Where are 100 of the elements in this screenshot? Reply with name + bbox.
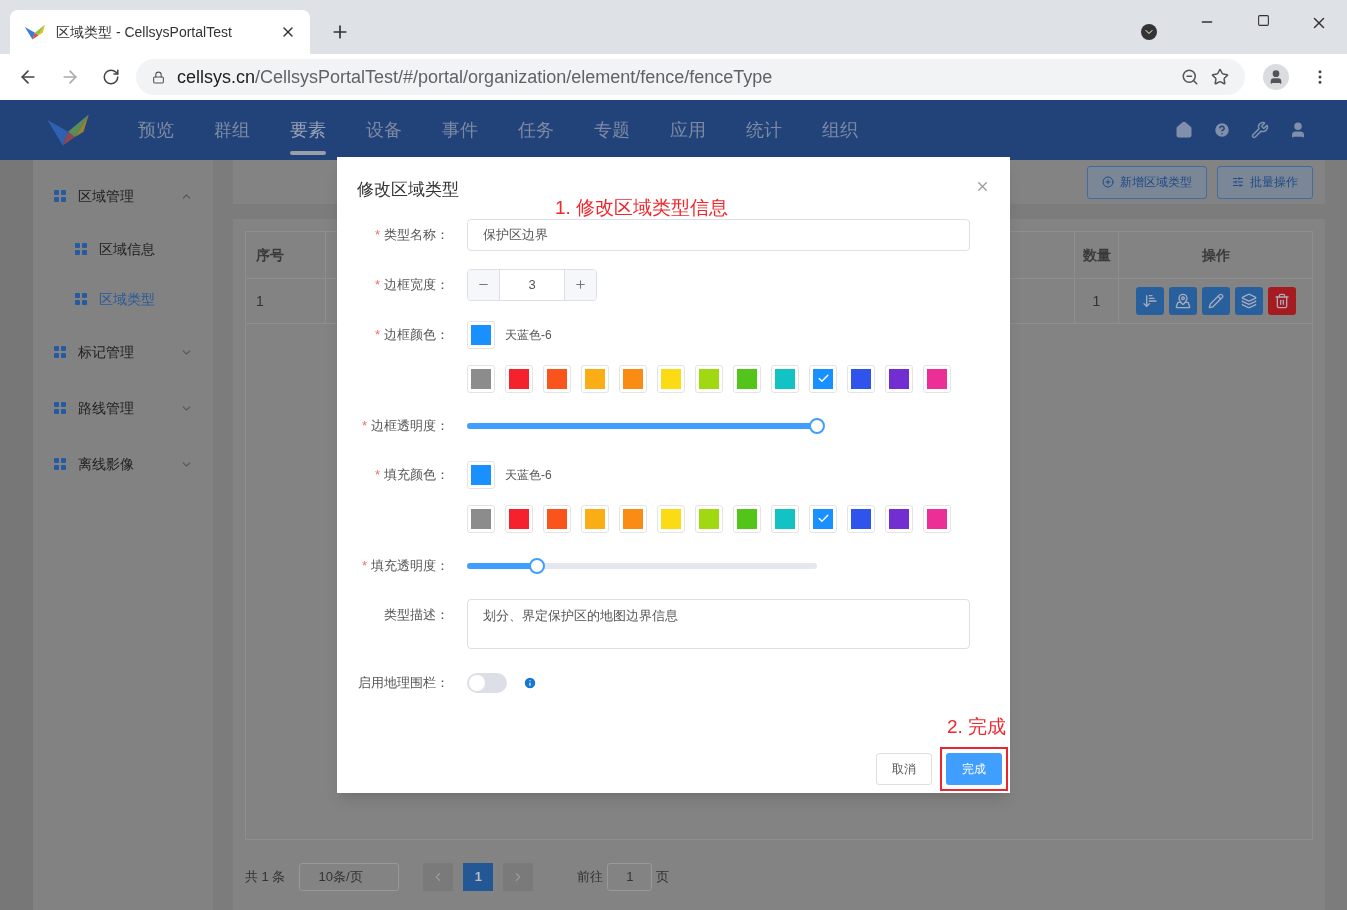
- sidebar-group[interactable]: 区域管理: [33, 168, 213, 224]
- field-label: 类型描述：: [384, 605, 449, 624]
- color-swatch[interactable]: [657, 504, 685, 533]
- color-swatch[interactable]: [543, 364, 571, 393]
- color-swatch[interactable]: [505, 504, 533, 533]
- browser-tab[interactable]: 区域类型 - CellsysPortalTest: [10, 10, 310, 54]
- color-swatch[interactable]: [771, 364, 799, 393]
- color-swatch[interactable]: [581, 504, 609, 533]
- person-icon: [1268, 69, 1284, 85]
- slider-handle[interactable]: [809, 417, 825, 434]
- slider-handle[interactable]: [529, 557, 545, 574]
- color-swatch[interactable]: [695, 504, 723, 533]
- field-label: 边框透明度：: [371, 416, 449, 435]
- color-swatch[interactable]: [809, 364, 837, 393]
- nav-tab[interactable]: 要素: [270, 100, 346, 160]
- geofence-toggle[interactable]: [467, 672, 507, 693]
- color-swatch[interactable]: [581, 364, 609, 393]
- color-swatch[interactable]: [923, 504, 951, 533]
- nav-tab[interactable]: 应用: [650, 100, 726, 160]
- page-button[interactable]: 1: [463, 863, 494, 891]
- nav-tab[interactable]: 组织: [802, 100, 878, 160]
- required-asterisk: *: [374, 465, 380, 484]
- required-asterisk: *: [361, 556, 367, 575]
- nav-tab[interactable]: 统计: [726, 100, 802, 160]
- color-swatch[interactable]: [619, 504, 647, 533]
- lock-icon: [152, 70, 165, 84]
- tab-search-icon[interactable]: [1141, 24, 1157, 40]
- type-name-field[interactable]: 保护区边界: [467, 218, 970, 251]
- sidebar-group[interactable]: 路线管理: [33, 380, 213, 436]
- layers-button[interactable]: [1234, 287, 1263, 315]
- column-header: 数量: [1074, 232, 1119, 278]
- required-asterisk: *: [374, 275, 380, 294]
- opacity-slider[interactable]: [467, 417, 825, 434]
- step-annotation: 1. 修改区域类型信息: [555, 196, 729, 220]
- user-icon[interactable]: [1289, 121, 1307, 139]
- color-swatch[interactable]: [885, 364, 913, 393]
- nav-tab[interactable]: 设备: [346, 100, 422, 160]
- sidebar-item[interactable]: 区域类型: [33, 274, 213, 324]
- grid-icon: [54, 190, 66, 202]
- sort-icon: [1141, 293, 1158, 309]
- nav-tab[interactable]: 群组: [194, 100, 270, 160]
- nav-tab[interactable]: 专题: [574, 100, 650, 160]
- grid-icon: [75, 293, 87, 305]
- required-asterisk: *: [374, 325, 380, 344]
- color-swatch[interactable]: [467, 504, 495, 533]
- color-swatch[interactable]: [467, 364, 495, 393]
- color-swatch[interactable]: [847, 364, 875, 393]
- dialog-title: 修改区域类型: [357, 179, 459, 201]
- color-swatch[interactable]: [847, 504, 875, 533]
- zoom-icon[interactable]: [1181, 68, 1199, 86]
- cancel-button[interactable]: 取消: [876, 753, 932, 785]
- nav-tab[interactable]: 预览: [118, 100, 194, 160]
- sort-button[interactable]: [1135, 287, 1164, 315]
- color-swatch[interactable]: [923, 364, 951, 393]
- bookmark-star-icon[interactable]: [1211, 68, 1229, 86]
- layers-icon: [1240, 293, 1257, 309]
- batch-button[interactable]: 批量操作: [1217, 165, 1313, 199]
- help-icon[interactable]: [1213, 121, 1231, 139]
- color-swatch[interactable]: [619, 364, 647, 393]
- check-icon: [816, 372, 830, 385]
- nav-tab[interactable]: 事件: [422, 100, 498, 160]
- sidebar-item[interactable]: 区域信息: [33, 224, 213, 274]
- color-swatch[interactable]: [733, 364, 761, 393]
- check-icon: [816, 512, 830, 525]
- goto-page-field[interactable]: 1: [607, 863, 653, 891]
- close-icon[interactable]: [975, 179, 990, 194]
- address-bar[interactable]: cellsys.cn/CellsysPortalTest/#/portal/organization/element/fence/fenceType: [136, 59, 1245, 95]
- tools-icon[interactable]: [1251, 121, 1269, 139]
- tab-title: 区域类型 - CellsysPortalTest: [56, 22, 233, 42]
- color-swatch[interactable]: [809, 504, 837, 533]
- color-swatch[interactable]: [505, 364, 533, 393]
- maximize-icon[interactable]: [1256, 14, 1270, 27]
- color-preview[interactable]: [467, 460, 495, 489]
- color-swatch[interactable]: [885, 504, 913, 533]
- home-icon[interactable]: [1175, 121, 1193, 139]
- table-cell: 1: [1074, 279, 1119, 323]
- description-field[interactable]: 划分、界定保护区的地图边界信息: [467, 598, 970, 649]
- sidebar-group[interactable]: 标记管理: [33, 324, 213, 380]
- add-type-button[interactable]: 新增区域类型: [1087, 165, 1207, 199]
- step-annotation: 2. 完成: [946, 714, 1006, 739]
- field-label: 类型名称：: [384, 225, 449, 244]
- color-swatch[interactable]: [657, 364, 685, 393]
- info-icon[interactable]: [523, 675, 537, 690]
- delete-button[interactable]: [1267, 287, 1296, 315]
- color-swatch[interactable]: [771, 504, 799, 533]
- field-label: 填充透明度：: [371, 556, 449, 575]
- profile-icon[interactable]: [1263, 64, 1289, 90]
- page-size-select[interactable]: 10条/页: [299, 863, 400, 891]
- plus-circle-icon: [1102, 176, 1114, 188]
- confirm-button[interactable]: 完成: [946, 753, 1002, 785]
- map-button[interactable]: [1168, 287, 1197, 315]
- color-swatch[interactable]: [695, 364, 723, 393]
- color-preview[interactable]: [467, 320, 495, 349]
- color-swatch[interactable]: [733, 504, 761, 533]
- color-swatch[interactable]: [543, 504, 571, 533]
- nav-tab[interactable]: 任务: [498, 100, 574, 160]
- sidebar-group[interactable]: 离线影像: [33, 436, 213, 492]
- edit-button[interactable]: [1201, 287, 1230, 315]
- reload-icon[interactable]: [102, 68, 120, 86]
- url-text: cellsys.cn/CellsysPortalTest/#/portal/organization/element/fence/fenceType: [177, 65, 774, 89]
